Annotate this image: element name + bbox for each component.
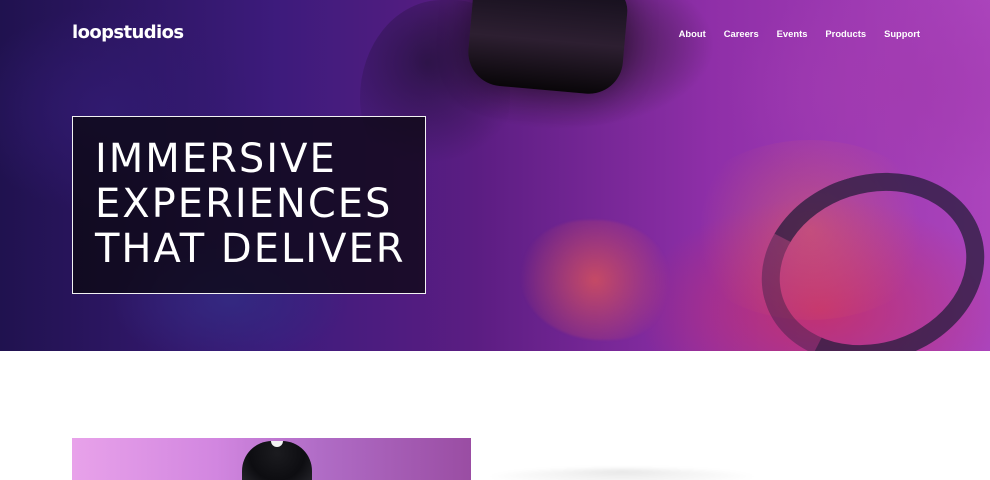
feature-image (72, 438, 471, 480)
hero-title-line-1: IMMERSIVE (95, 136, 337, 182)
vr-headset-image (465, 0, 630, 97)
hero-hand-image (520, 220, 670, 340)
loopstudios-logo[interactable]: loopstudios (72, 22, 184, 44)
nav-support[interactable]: Support (884, 28, 920, 40)
nav-events[interactable]: Events (777, 28, 808, 40)
hero-glow (680, 140, 940, 320)
hero-section: loopstudios About Careers Events Product… (0, 0, 990, 351)
site-header: loopstudios About Careers Events Product… (72, 22, 920, 46)
hero-title-card: IMMERSIVE EXPERIENCES THAT DELIVER (72, 116, 426, 294)
hero-title: IMMERSIVE EXPERIENCES THAT DELIVER (95, 137, 406, 272)
nav-about[interactable]: About (679, 28, 706, 40)
steering-wheel-image (736, 144, 990, 351)
content-section (0, 351, 990, 480)
hero-title-line-3: THAT DELIVER (95, 226, 406, 272)
hero-title-line-2: EXPERIENCES (95, 181, 393, 227)
feature-card-shadow (482, 469, 762, 480)
feature-headset-image (242, 441, 312, 480)
nav-careers[interactable]: Careers (724, 28, 759, 40)
main-navigation: About Careers Events Products Support (679, 28, 920, 40)
nav-products[interactable]: Products (825, 28, 866, 40)
